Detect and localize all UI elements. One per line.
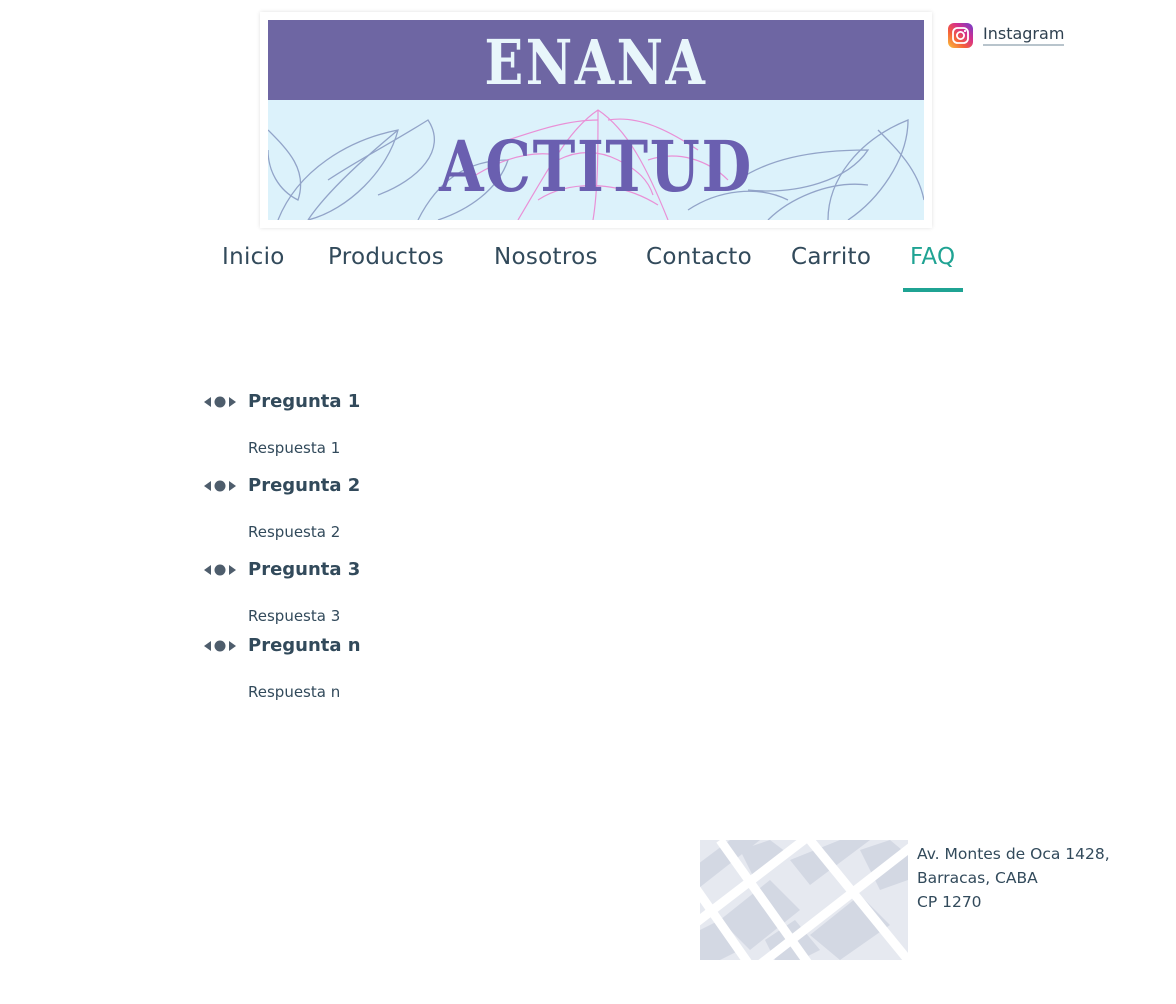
nav-item-productos[interactable]: Productos bbox=[328, 244, 444, 270]
location-map[interactable] bbox=[700, 840, 908, 960]
faq-question[interactable]: Pregunta 1 bbox=[248, 391, 360, 412]
faq-answer: Respuesta 3 bbox=[248, 607, 341, 625]
faq-toggle-icon[interactable] bbox=[200, 476, 240, 496]
nav-item-faq[interactable]: FAQ bbox=[910, 244, 955, 270]
faq-answer: Respuesta 2 bbox=[248, 523, 341, 541]
nav-item-contacto[interactable]: Contacto bbox=[646, 244, 752, 270]
faq-question[interactable]: Pregunta 3 bbox=[248, 559, 360, 580]
address-line-2: Barracas, CABA bbox=[917, 869, 1038, 887]
active-nav-indicator bbox=[903, 288, 963, 292]
nav-item-nosotros[interactable]: Nosotros bbox=[494, 244, 598, 270]
instagram-icon bbox=[948, 22, 973, 48]
faq-question[interactable]: Pregunta n bbox=[248, 635, 361, 656]
faq-toggle-icon[interactable] bbox=[200, 392, 240, 412]
faq-question-row[interactable] bbox=[200, 626, 240, 666]
instagram-link[interactable]: Instagram bbox=[948, 22, 1065, 48]
nav-item-carrito[interactable]: Carrito bbox=[791, 244, 871, 270]
faq-question-row[interactable] bbox=[200, 550, 240, 590]
banner-image: ENANA ACTITUD bbox=[268, 20, 924, 220]
faq-toggle-icon[interactable] bbox=[200, 560, 240, 580]
banner-title-line1: ENANA bbox=[484, 26, 708, 99]
faq-question-row[interactable] bbox=[200, 466, 240, 506]
main-nav: Inicio Productos Nosotros Contacto Carri… bbox=[0, 238, 1176, 298]
header-banner: ENANA ACTITUD bbox=[260, 12, 932, 228]
banner-title-line2: ACTITUD bbox=[439, 125, 753, 208]
faq-answer: Respuesta 1 bbox=[248, 439, 341, 457]
faq-question[interactable]: Pregunta 2 bbox=[248, 475, 360, 496]
instagram-label: Instagram bbox=[983, 24, 1065, 46]
faq-answer: Respuesta n bbox=[248, 683, 341, 701]
nav-item-inicio[interactable]: Inicio bbox=[222, 244, 285, 270]
faq-question-row[interactable] bbox=[200, 382, 240, 422]
address-line-1: Av. Montes de Oca 1428, bbox=[917, 845, 1110, 863]
faq-toggle-icon[interactable] bbox=[200, 636, 240, 656]
map-streets bbox=[700, 840, 908, 960]
address-block: Av. Montes de Oca 1428, Barracas, CABA C… bbox=[917, 842, 1110, 914]
postal-code: CP 1270 bbox=[917, 893, 982, 911]
